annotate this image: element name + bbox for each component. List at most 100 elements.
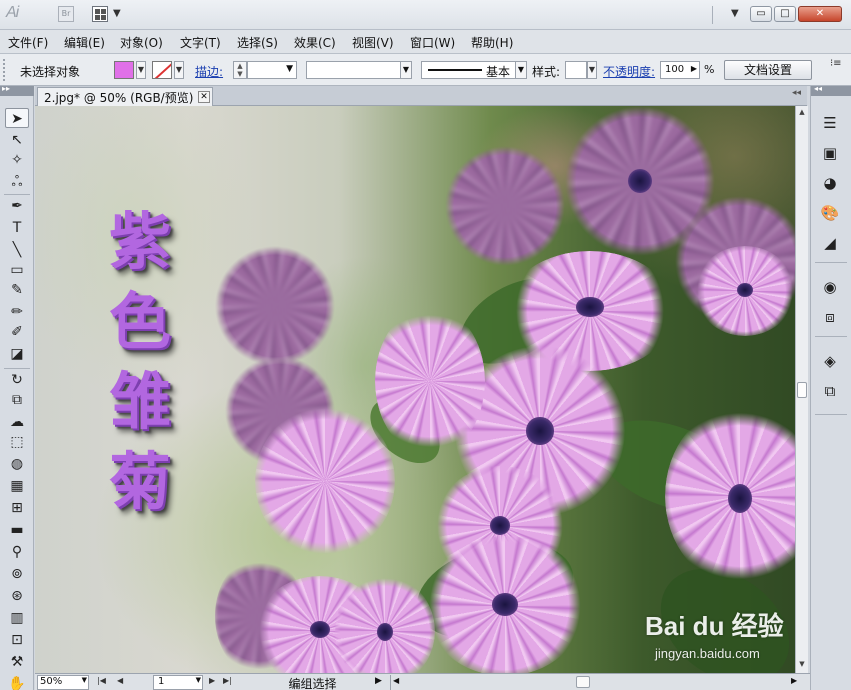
scroll-up-icon[interactable]: ▲ bbox=[796, 106, 808, 118]
brush-dropdown-icon[interactable]: ▼ bbox=[515, 62, 526, 78]
horizontal-scroll-thumb[interactable] bbox=[576, 676, 590, 688]
gradient-tool-icon[interactable]: ▬ bbox=[5, 520, 29, 540]
previous-artboard-icon[interactable]: ◀ bbox=[117, 676, 123, 685]
rectangle-tool-icon[interactable]: ▭ bbox=[5, 260, 29, 280]
artboard-dropdown-icon[interactable]: ▼ bbox=[196, 676, 201, 684]
menu-edit[interactable]: 编辑(E) bbox=[64, 34, 105, 51]
stroke-color-swatch[interactable] bbox=[152, 61, 172, 79]
variable-width-profile-select[interactable]: ▼ bbox=[306, 61, 412, 79]
menu-file[interactable]: 文件(F) bbox=[8, 34, 48, 51]
paintbrush-tool-icon[interactable]: ✎ bbox=[5, 280, 29, 300]
bridge-button[interactable]: Br bbox=[58, 6, 74, 22]
opacity-label-link[interactable]: 不透明度: bbox=[603, 63, 655, 80]
last-artboard-icon[interactable]: ▶| bbox=[223, 676, 232, 685]
hand-tool-icon[interactable]: ✋ bbox=[5, 674, 29, 690]
baidu-watermark-url: jingyan.baidu.com bbox=[655, 646, 760, 661]
magic-wand-tool-icon[interactable]: ✧ bbox=[5, 150, 29, 170]
tools-panel-header[interactable]: ▸▸ bbox=[0, 84, 34, 96]
direct-selection-tool-icon[interactable]: ↖ bbox=[5, 130, 29, 150]
gradient-panel-icon[interactable]: ▣ bbox=[819, 142, 841, 164]
scroll-down-icon[interactable]: ▼ bbox=[796, 658, 808, 670]
stroke-weight-field[interactable]: ▼ bbox=[247, 61, 297, 79]
stroke-panel-icon[interactable]: ☰ bbox=[819, 112, 841, 134]
fill-dropdown-icon[interactable]: ▼ bbox=[136, 61, 146, 79]
menu-view[interactable]: 视图(V) bbox=[352, 34, 394, 51]
style-dropdown-icon[interactable]: ▼ bbox=[587, 61, 597, 79]
profile-dropdown-icon[interactable]: ▼ bbox=[400, 62, 411, 78]
eraser-tool-icon[interactable]: ◪ bbox=[5, 344, 29, 364]
scroll-right-icon[interactable]: ▶ bbox=[791, 676, 797, 685]
column-graph-tool-icon[interactable]: ▥ bbox=[5, 608, 29, 628]
shape-builder-tool-icon[interactable]: ◍ bbox=[5, 454, 29, 474]
control-panel-menu-icon[interactable]: ⁝≡ bbox=[830, 58, 842, 69]
brush-definition-select[interactable]: 基本 ▼ bbox=[421, 61, 527, 79]
stroke-weight-stepper[interactable]: ▲ ▼ bbox=[233, 61, 247, 79]
symbol-sprayer-tool-icon[interactable]: ⊛ bbox=[5, 586, 29, 606]
zoom-dropdown-icon[interactable]: ▼ bbox=[82, 676, 87, 684]
appearance-panel-icon[interactable]: ◉ bbox=[819, 276, 841, 298]
menu-help[interactable]: 帮助(H) bbox=[471, 34, 513, 51]
line-tool-icon[interactable]: ╲ bbox=[5, 240, 29, 260]
menu-object[interactable]: 对象(O) bbox=[120, 34, 163, 51]
document-tab[interactable]: 2.jpg* @ 50% (RGB/预览) ✕ bbox=[37, 87, 213, 106]
lasso-tool-icon[interactable]: ஃ bbox=[5, 172, 29, 192]
opacity-field[interactable]: 100 ▶ bbox=[660, 61, 700, 79]
status-menu-icon[interactable]: ▶ bbox=[375, 676, 382, 686]
blob-brush-tool-icon[interactable]: ✐ bbox=[5, 322, 29, 342]
stroke-dropdown-icon[interactable]: ▼ bbox=[174, 61, 184, 79]
rotate-tool-icon[interactable]: ↻ bbox=[5, 370, 29, 390]
tab-strip-grip-icon[interactable]: ◂◂ bbox=[792, 88, 801, 98]
mesh-tool-icon[interactable]: ⊞ bbox=[5, 498, 29, 518]
menu-window[interactable]: 窗口(W) bbox=[410, 34, 455, 51]
warp-tool-icon[interactable]: ☁ bbox=[5, 412, 29, 432]
purple-artwork-text[interactable]: 紫色雏菊 bbox=[95, 202, 185, 522]
horizontal-scrollbar[interactable]: ◀ ▶ bbox=[390, 675, 810, 690]
graphic-style-swatch[interactable] bbox=[565, 61, 587, 79]
close-window-button[interactable]: ✕ bbox=[798, 6, 842, 22]
stroke-weight-dropdown-icon[interactable]: ▼ bbox=[286, 64, 293, 74]
pen-tool-icon[interactable]: ✒ bbox=[5, 196, 29, 216]
collapse-icon[interactable]: ▸▸ bbox=[2, 84, 10, 93]
menu-effect[interactable]: 效果(C) bbox=[294, 34, 336, 51]
layers-panel-icon[interactable]: ◈ bbox=[819, 350, 841, 372]
stroke-label-link[interactable]: 描边: bbox=[195, 63, 223, 80]
vertical-scrollbar[interactable]: ▲ ▼ bbox=[795, 106, 808, 673]
eyedropper-tool-icon[interactable]: ⚲ bbox=[5, 542, 29, 562]
arrange-documents-dropdown-icon[interactable]: ▼ bbox=[113, 8, 121, 19]
selection-tool-icon[interactable]: ➤ bbox=[5, 108, 29, 128]
transparency-panel-icon[interactable]: ◕ bbox=[819, 172, 841, 194]
expand-panels-icon[interactable]: ◂◂ bbox=[814, 84, 822, 93]
color-panel-icon[interactable]: 🎨 bbox=[819, 202, 841, 224]
type-tool-icon[interactable]: T bbox=[5, 218, 29, 238]
free-transform-tool-icon[interactable]: ⬚ bbox=[5, 432, 29, 452]
scroll-left-icon[interactable]: ◀ bbox=[393, 676, 399, 685]
control-bar: 未选择对象 ▼ ▼ 描边: ▲ ▼ ▼ ▼ 基本 ▼ 样式: ▼ 不透明度: 10… bbox=[0, 54, 851, 86]
next-artboard-icon[interactable]: ▶ bbox=[209, 676, 215, 685]
menu-select[interactable]: 选择(S) bbox=[237, 34, 278, 51]
artboard-tool-icon[interactable]: ⊡ bbox=[5, 630, 29, 650]
artboard-canvas[interactable]: 紫色雏菊 Bai du 经验 jingyan.baidu.com bbox=[35, 106, 795, 673]
artboards-panel-icon[interactable]: ⧉ bbox=[819, 380, 841, 402]
arrange-documents-icon[interactable] bbox=[92, 6, 108, 22]
blend-tool-icon[interactable]: ⊚ bbox=[5, 564, 29, 584]
slice-tool-icon[interactable]: ⚒ bbox=[5, 652, 29, 672]
artboard-number-select[interactable]: 1 ▼ bbox=[153, 675, 203, 690]
workspace-dropdown-icon[interactable]: ▼ bbox=[731, 8, 739, 19]
scale-tool-icon[interactable]: ⧉ bbox=[5, 390, 29, 410]
document-setup-button[interactable]: 文档设置 bbox=[724, 60, 812, 80]
graphic-styles-panel-icon[interactable]: ⧈ bbox=[819, 306, 841, 328]
pencil-tool-icon[interactable]: ✏ bbox=[5, 302, 29, 322]
vertical-scroll-thumb[interactable] bbox=[797, 382, 807, 398]
first-artboard-icon[interactable]: |◀ bbox=[97, 676, 106, 685]
control-bar-grip[interactable] bbox=[3, 59, 7, 81]
perspective-grid-tool-icon[interactable]: ▦ bbox=[5, 476, 29, 496]
close-document-icon[interactable]: ✕ bbox=[198, 91, 210, 103]
panel-dock-header[interactable]: ◂◂ bbox=[811, 84, 851, 96]
opacity-flyout-icon[interactable]: ▶ bbox=[691, 64, 697, 73]
color-guide-panel-icon[interactable]: ◢ bbox=[819, 232, 841, 254]
fill-color-swatch[interactable] bbox=[114, 61, 134, 79]
zoom-select[interactable]: 50% ▼ bbox=[37, 675, 89, 690]
maximize-button[interactable]: □ bbox=[774, 6, 796, 22]
minimize-button[interactable]: ▭ bbox=[750, 6, 772, 22]
menu-type[interactable]: 文字(T) bbox=[180, 34, 221, 51]
